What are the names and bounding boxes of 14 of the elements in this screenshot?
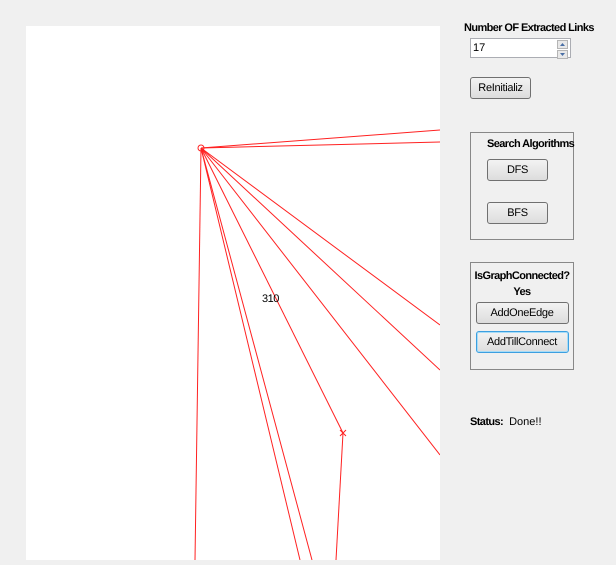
status-text: Done!! — [509, 416, 542, 428]
algorithm-button[interactable]: BFS — [487, 202, 548, 224]
reinitialize-button[interactable]: ReInitializ — [470, 77, 531, 99]
status-label: Status: — [470, 416, 504, 428]
edge-button[interactable]: AddTillConnect — [476, 331, 568, 353]
links-spinner[interactable]: 17 — [470, 38, 571, 58]
up-arrow-icon[interactable] — [557, 40, 568, 49]
group-title: IsGraphConnected? — [474, 270, 570, 282]
down-arrow-icon[interactable] — [557, 50, 568, 59]
group-title: Search Algorithms — [487, 138, 574, 150]
links-label: Number OF Extracted Links — [464, 22, 595, 34]
algorithm-button[interactable]: DFS — [487, 159, 548, 181]
edge-button[interactable]: AddOneEdge — [476, 302, 568, 324]
connected-answer: Yes — [513, 286, 531, 298]
